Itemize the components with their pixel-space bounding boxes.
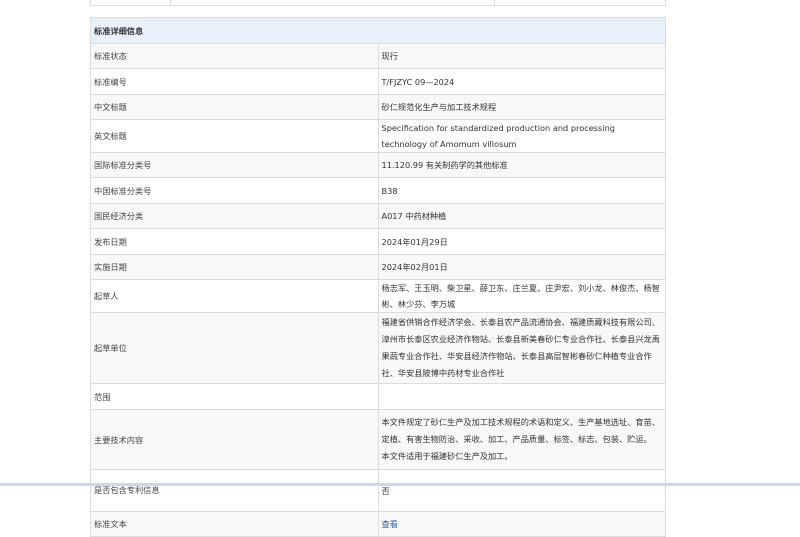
- main-content-paragraph: 本文件适用于福建砂仁生产及加工。: [381, 451, 513, 461]
- column-divider: [170, 0, 171, 6]
- patent-value: 否: [377, 469, 666, 512]
- table-row: 范围: [90, 383, 666, 410]
- table-row: 国民经济分类 A017 中药材种植: [90, 203, 666, 229]
- drafting-units-value: 福建省供销合作经济学会、长泰县农产品流通协会、福建质藏科技有限公司、漳州市长泰区…: [377, 312, 666, 384]
- table-row: 中文标题 砂仁规范化生产与加工技术规程: [90, 94, 666, 120]
- row-label: 英文标题: [90, 119, 379, 153]
- view-standard-link[interactable]: 查看: [382, 519, 398, 529]
- ics-value: 11.120.99 有关制药学的其他标准: [377, 152, 666, 178]
- previous-table-edge: [90, 0, 666, 6]
- table-row: 起草人 杨志军、王玉明、柴卫星、薛卫东、庄兰夏、庄尹宏、刘小龙、林俊杰、杨智彬、…: [90, 279, 666, 313]
- main-content-value: 本文件规定了砂仁生产及加工技术规程的术语和定义、生产基地选址、育苗、定植、有害生…: [377, 409, 666, 470]
- row-label: 是否包含专利信息: [90, 469, 379, 512]
- row-label: 标准文本: [90, 511, 379, 537]
- scope-value: [377, 383, 666, 410]
- row-label: 起草人: [90, 279, 379, 313]
- row-label: 标准编号: [90, 68, 379, 95]
- row-label: 主要技术内容: [90, 409, 379, 470]
- economic-class-value: A017 中药材种植: [377, 203, 666, 229]
- table-row: 主要技术内容 本文件规定了砂仁生产及加工技术规程的术语和定义、生产基地选址、育苗…: [90, 409, 666, 470]
- table-row: 实施日期 2024年02月01日: [90, 254, 666, 280]
- table-row: 中国标准分类号 B38: [90, 177, 666, 204]
- row-label: 中国标准分类号: [90, 177, 379, 204]
- table-row: 英文标题 Specification for standardized prod…: [90, 119, 666, 153]
- row-label: 国际标准分类号: [90, 152, 379, 178]
- table-row: 国际标准分类号 11.120.99 有关制药学的其他标准: [90, 152, 666, 178]
- ccs-value: B38: [377, 177, 666, 204]
- table-header-row: 标准详细信息: [90, 17, 666, 44]
- standard-number-value: T/FJZYC 09—2024: [377, 68, 666, 95]
- publish-date-value: 2024年01月29日: [377, 228, 666, 255]
- effective-date-value: 2024年02月01日: [377, 254, 666, 280]
- table-row: 是否包含专利信息 否: [90, 469, 666, 512]
- main-content-paragraph: 本文件规定了砂仁生产及加工技术规程的术语和定义、生产基地选址、育苗、定植、有害生…: [381, 417, 660, 444]
- drafters-value: 杨志军、王玉明、柴卫星、薛卫东、庄兰夏、庄尹宏、刘小龙、林俊杰、杨智彬、林少芬、…: [377, 279, 666, 313]
- table-row: 标准文本 查看: [90, 511, 666, 537]
- chinese-title-value: 砂仁规范化生产与加工技术规程: [377, 94, 666, 120]
- table-row: 标准编号 T/FJZYC 09—2024: [90, 68, 666, 95]
- section-title: 标准详细信息: [90, 17, 666, 44]
- row-label: 发布日期: [90, 228, 379, 255]
- standard-text-cell: 查看: [377, 511, 666, 537]
- english-title-value: Specification for standardized productio…: [377, 119, 666, 153]
- row-label: 起草单位: [90, 312, 379, 384]
- row-label: 标准状态: [90, 43, 379, 69]
- row-label: 中文标题: [90, 94, 379, 120]
- table-row: 发布日期 2024年01月29日: [90, 228, 666, 255]
- row-label: 实施日期: [90, 254, 379, 280]
- status-value: 现行: [377, 43, 666, 69]
- table-row: 标准状态 现行: [90, 43, 666, 69]
- column-divider: [494, 0, 495, 6]
- table-row: 起草单位 福建省供销合作经济学会、长泰县农产品流通协会、福建质藏科技有限公司、漳…: [90, 312, 666, 384]
- standard-detail-table: 标准详细信息 标准状态 现行 标准编号 T/FJZYC 09—2024 中文标题…: [90, 17, 666, 537]
- row-label: 国民经济分类: [90, 203, 379, 229]
- row-label: 范围: [90, 383, 379, 410]
